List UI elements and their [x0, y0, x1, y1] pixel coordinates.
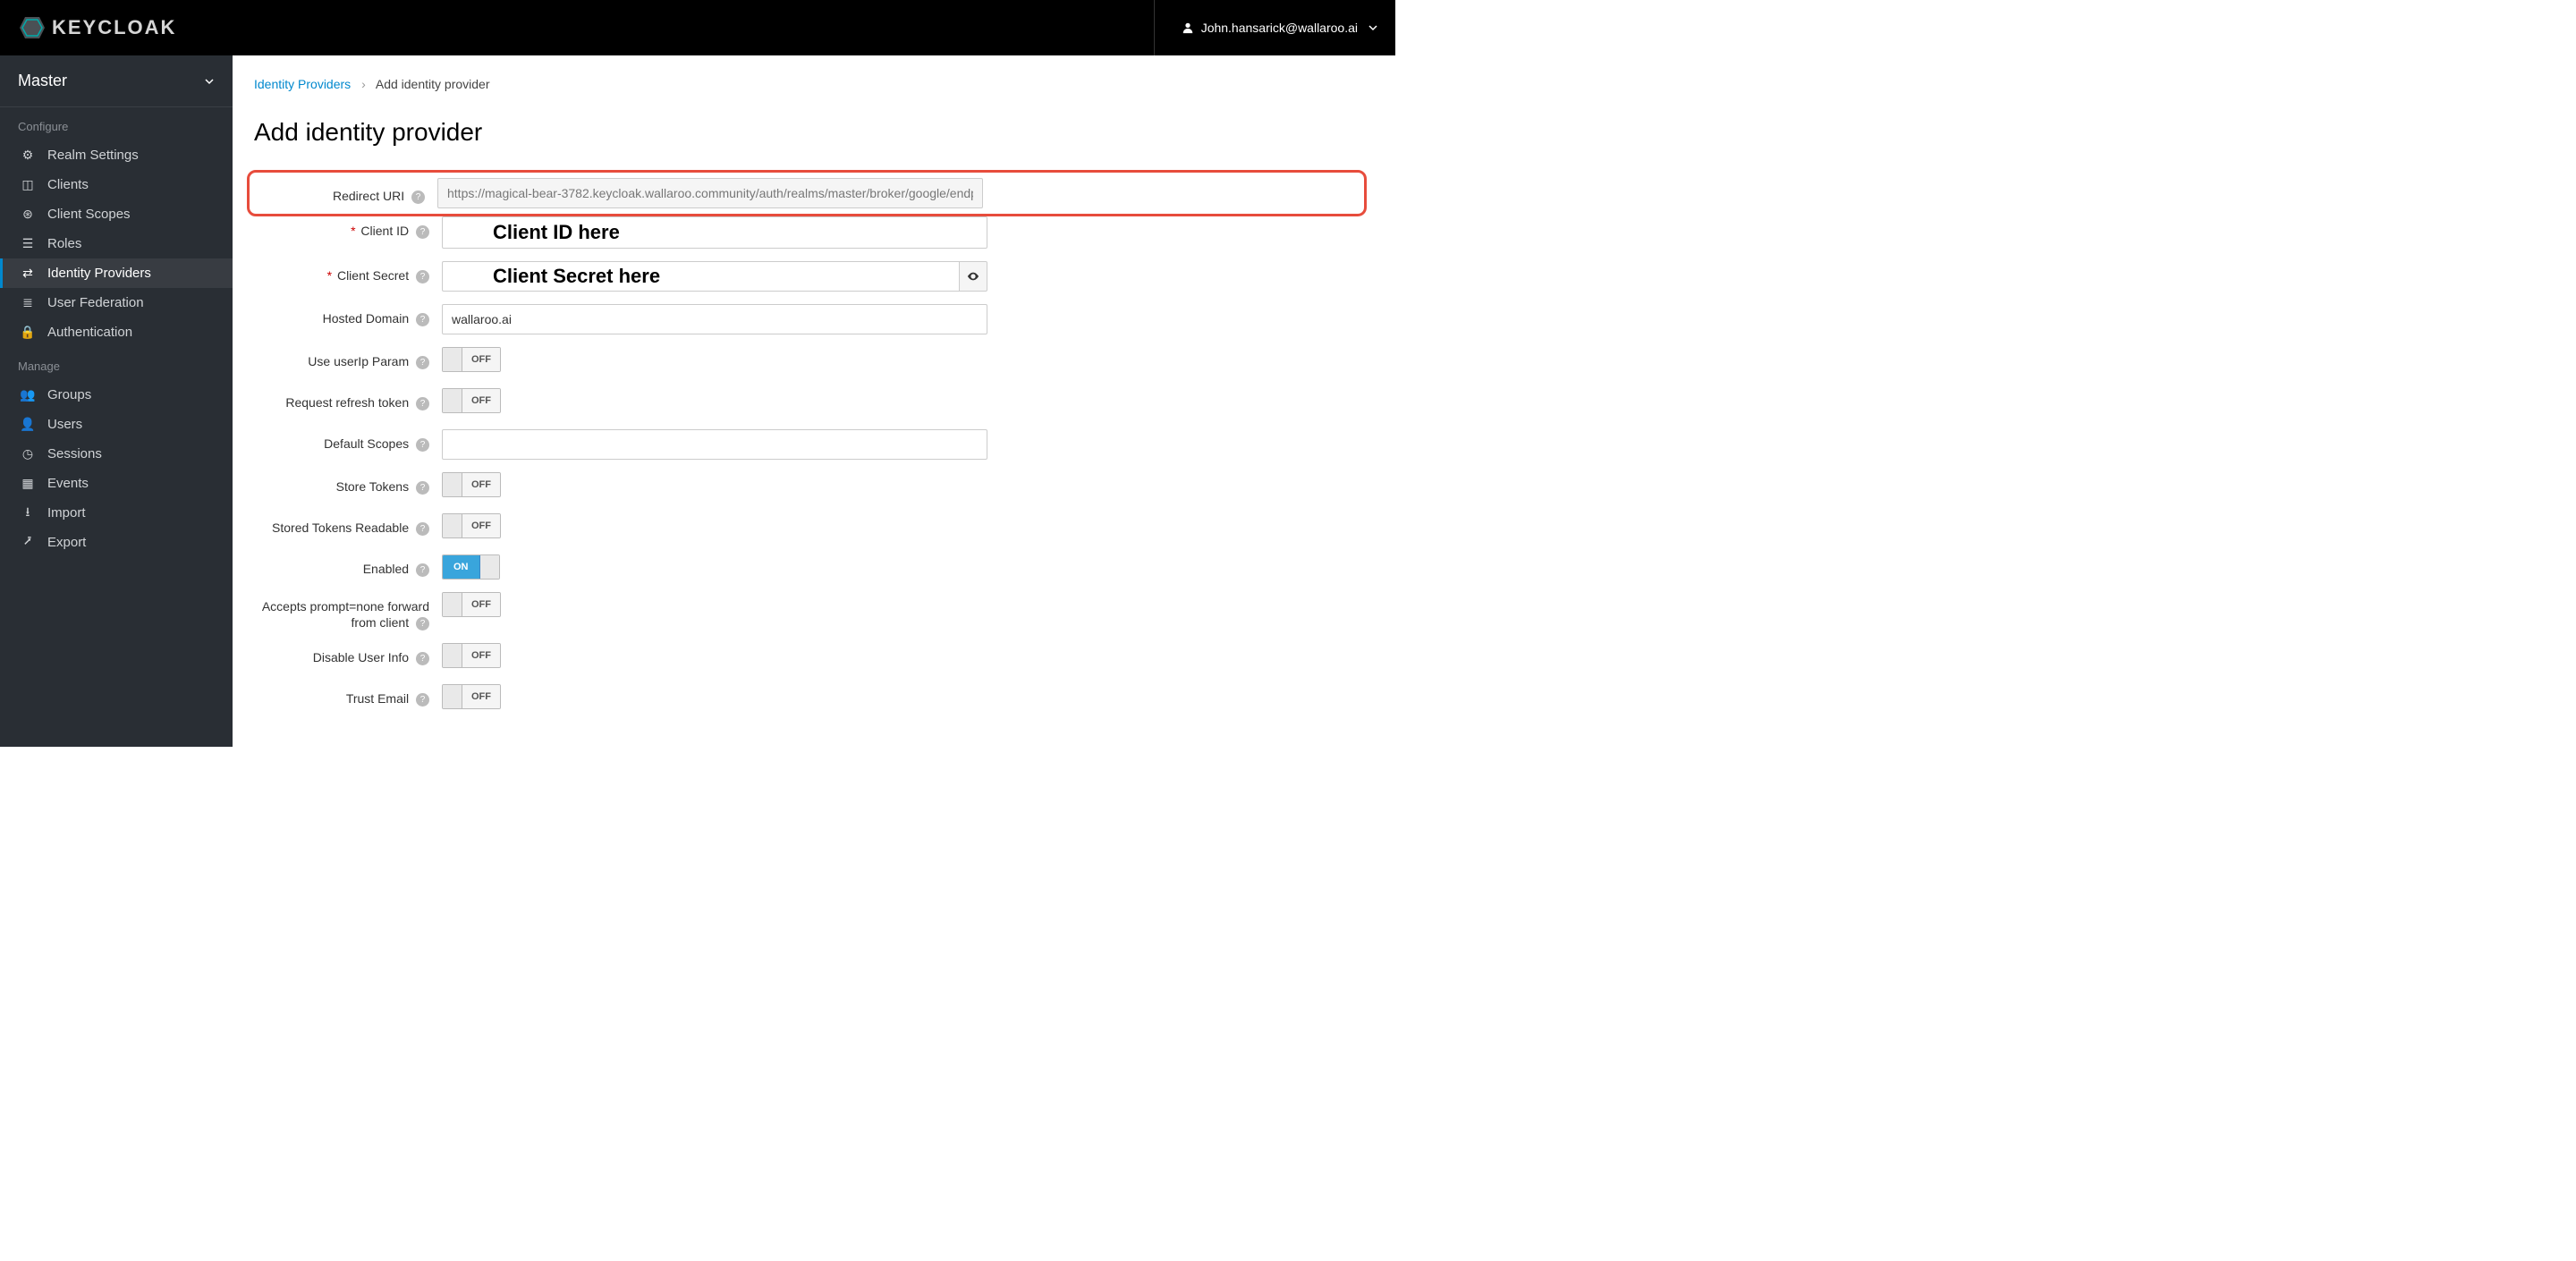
client-secret-label: Client Secret: [337, 268, 409, 283]
enabled-toggle[interactable]: ONOFF: [442, 554, 500, 580]
nav-realm-settings[interactable]: ⚙ Realm Settings: [0, 140, 233, 170]
chevron-down-icon: [1368, 23, 1377, 32]
chevron-down-icon: [204, 76, 215, 87]
nav-client-scopes[interactable]: ⊛ Client Scopes: [0, 199, 233, 229]
breadcrumb-parent[interactable]: Identity Providers: [254, 77, 351, 91]
help-icon[interactable]: ?: [416, 313, 429, 326]
sliders-icon: ⚙: [21, 148, 35, 163]
sidebar: Master Configure ⚙ Realm Settings ◫ Clie…: [0, 55, 233, 747]
keycloak-logo-icon: [18, 13, 47, 42]
topbar: KEYCLOAK John.hansarick@wallaroo.ai: [0, 0, 1395, 55]
help-icon[interactable]: ?: [416, 693, 429, 707]
redirect-uri-highlight: Redirect URI ?: [247, 170, 1367, 216]
nav-import[interactable]: ⭳ Import: [0, 498, 233, 528]
nav-clients[interactable]: ◫ Clients: [0, 170, 233, 199]
breadcrumb-current: Add identity provider: [376, 77, 490, 91]
use-userip-toggle[interactable]: OFF: [442, 347, 501, 372]
default-scopes-label: Default Scopes: [324, 436, 409, 451]
user-icon: 👤: [21, 418, 35, 432]
disable-user-info-toggle[interactable]: OFF: [442, 643, 501, 668]
use-userip-label: Use userIp Param: [308, 354, 409, 368]
nav-user-federation[interactable]: ≣ User Federation: [0, 288, 233, 317]
nav-export[interactable]: ⭷ Export: [0, 528, 233, 557]
realm-name: Master: [18, 72, 67, 90]
eye-icon: [967, 270, 979, 283]
help-icon[interactable]: ?: [416, 652, 429, 665]
help-icon[interactable]: ?: [416, 438, 429, 452]
default-scopes-input[interactable]: [442, 429, 987, 460]
accepts-prompt-label: Accepts prompt=none forward from client: [262, 599, 429, 630]
reveal-secret-button[interactable]: [959, 261, 987, 292]
realm-selector[interactable]: Master: [0, 55, 233, 107]
main-content: Identity Providers › Add identity provid…: [233, 55, 1395, 747]
chevron-right-icon: ›: [361, 77, 366, 91]
help-icon[interactable]: ?: [416, 225, 429, 239]
nav-events[interactable]: ▦ Events: [0, 469, 233, 498]
redirect-uri-label: Redirect URI: [333, 189, 404, 203]
stored-readable-toggle[interactable]: OFF: [442, 513, 501, 538]
disable-user-info-label: Disable User Info: [313, 650, 409, 664]
clock-icon: ◷: [21, 447, 35, 461]
enabled-label: Enabled: [363, 562, 409, 576]
nav-roles[interactable]: ☰ Roles: [0, 229, 233, 258]
section-configure: Configure: [0, 107, 233, 140]
group-icon: 👥: [21, 388, 35, 402]
trust-email-label: Trust Email: [346, 691, 409, 706]
help-icon[interactable]: ?: [411, 190, 425, 204]
client-id-annotation[interactable]: Client ID here: [443, 217, 987, 248]
store-tokens-toggle[interactable]: OFF: [442, 472, 501, 497]
nav-identity-providers[interactable]: ⇄ Identity Providers: [0, 258, 233, 288]
redirect-uri-input[interactable]: [437, 178, 983, 208]
help-icon[interactable]: ?: [416, 356, 429, 369]
page-title: Add identity provider: [254, 118, 1360, 147]
nav-sessions[interactable]: ◷ Sessions: [0, 439, 233, 469]
store-tokens-label: Store Tokens: [336, 479, 409, 494]
help-icon[interactable]: ?: [416, 617, 429, 630]
help-icon[interactable]: ?: [416, 522, 429, 536]
help-icon[interactable]: ?: [416, 397, 429, 410]
logo-text: KEYCLOAK: [52, 16, 176, 39]
help-icon[interactable]: ?: [416, 270, 429, 284]
section-manage: Manage: [0, 347, 233, 380]
list-icon: ☰: [21, 237, 35, 251]
stack-icon: ≣: [21, 296, 35, 310]
user-icon: [1182, 21, 1194, 34]
client-id-label: Client ID: [360, 224, 409, 238]
cube-icon: ◫: [21, 178, 35, 192]
exchange-icon: ⇄: [21, 267, 35, 281]
stored-readable-label: Stored Tokens Readable: [272, 520, 409, 535]
export-icon: ⭷: [21, 536, 35, 550]
lock-icon: 🔒: [21, 326, 35, 340]
user-menu[interactable]: John.hansarick@wallaroo.ai: [1154, 0, 1377, 55]
nav-authentication[interactable]: 🔒 Authentication: [0, 317, 233, 347]
nav-users[interactable]: 👤 Users: [0, 410, 233, 439]
rings-icon: ⊛: [21, 207, 35, 222]
trust-email-toggle[interactable]: OFF: [442, 684, 501, 709]
nav-groups[interactable]: 👥 Groups: [0, 380, 233, 410]
accepts-prompt-toggle[interactable]: OFF: [442, 592, 501, 617]
breadcrumb: Identity Providers › Add identity provid…: [254, 77, 1360, 91]
client-secret-annotation[interactable]: Client Secret here: [442, 261, 959, 292]
logo[interactable]: KEYCLOAK: [18, 13, 176, 42]
request-refresh-toggle[interactable]: OFF: [442, 388, 501, 413]
hosted-domain-label: Hosted Domain: [323, 311, 410, 326]
help-icon[interactable]: ?: [416, 563, 429, 577]
hosted-domain-input[interactable]: [442, 304, 987, 334]
request-refresh-label: Request refresh token: [285, 395, 409, 410]
user-name: John.hansarick@wallaroo.ai: [1201, 21, 1358, 35]
calendar-icon: ▦: [21, 477, 35, 491]
help-icon[interactable]: ?: [416, 481, 429, 495]
import-icon: ⭳: [21, 506, 35, 520]
